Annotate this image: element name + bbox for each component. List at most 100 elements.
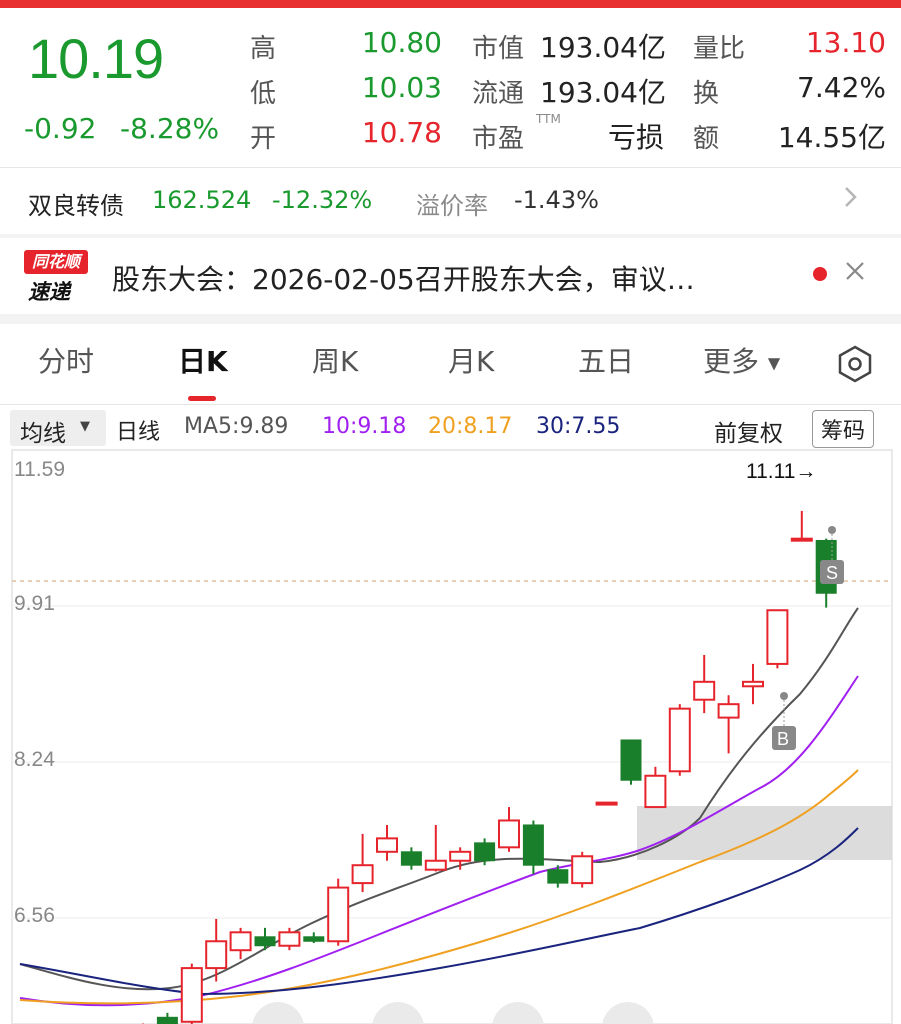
candle-down	[254, 936, 276, 947]
open-value: 10.78	[361, 116, 442, 149]
zoom-out-button[interactable]	[252, 1002, 304, 1024]
price-change-percent: -8.28%	[120, 112, 220, 145]
candle-up	[449, 850, 472, 862]
float-cap-value: 193.04亿	[540, 76, 666, 109]
ma5-line	[19, 607, 859, 991]
tab-weekly-k[interactable]: 周K	[312, 340, 358, 380]
candle-up	[766, 609, 789, 665]
sell-marker-dot	[828, 526, 836, 534]
candlestick-series	[142, 510, 837, 1024]
ma5-legend: MA5:9.89	[184, 414, 288, 439]
divider	[0, 404, 901, 405]
volume-ratio-label: 量比	[693, 34, 746, 64]
unread-dot	[813, 267, 827, 281]
candle-up	[229, 931, 252, 952]
zoom-in-button[interactable]	[602, 1002, 654, 1024]
tab-monthly-k[interactable]: 月K	[448, 340, 494, 380]
y-tick-label: 9.91	[14, 592, 55, 615]
ma10-legend: 10:9.18	[322, 414, 406, 439]
candle-down	[522, 824, 544, 866]
ma-selector[interactable]: 均线 ▼	[10, 410, 106, 447]
pe-label: 市盈	[472, 124, 525, 154]
bond-price: 162.524	[152, 186, 252, 214]
candle-up	[595, 801, 618, 806]
section-gap	[0, 314, 901, 324]
bond-premium-label: 溢价率	[416, 192, 488, 220]
amount-label: 额	[693, 124, 720, 154]
candle-up	[376, 837, 398, 853]
candle-up	[278, 931, 301, 947]
candle-down	[400, 851, 422, 866]
ma-legend: 日线	[116, 414, 160, 446]
settings-hexagon-icon[interactable]	[835, 344, 875, 388]
next-button[interactable]	[492, 1002, 544, 1024]
market-cap-value: 193.04亿	[540, 31, 666, 64]
bond-change-percent: -12.32%	[272, 186, 373, 214]
kline-chart[interactable]: 11.59 9.91 8.24 6.56 11.11→ S B	[0, 448, 901, 1024]
buy-marker-dot	[780, 692, 788, 700]
open-label: 开	[250, 124, 277, 154]
candle-down	[303, 936, 325, 942]
candle-up	[717, 703, 740, 719]
y-tick-label: 11.59	[14, 458, 65, 481]
candle-down	[620, 739, 642, 781]
ma10-value: 10:9.18	[322, 414, 407, 439]
candle-up	[327, 886, 350, 943]
candle-up	[790, 537, 813, 542]
y-tick-label: 6.56	[14, 904, 55, 927]
candle-up	[693, 680, 716, 701]
high-value: 10.80	[361, 26, 442, 59]
previous-button[interactable]	[372, 1002, 424, 1024]
chips-button[interactable]: 筹码	[812, 410, 875, 448]
ma20-legend: 20:8.17	[428, 414, 512, 439]
volume-ratio-value: 13.10	[805, 26, 886, 59]
market-cap-label: 市值	[472, 34, 525, 64]
news-banner[interactable]: 同花顺 速递 股东大会：2026-02-05召开股东大会，审议…	[0, 238, 901, 314]
candle-up	[351, 864, 374, 885]
candle-up	[571, 855, 594, 885]
active-tab-indicator	[188, 396, 216, 401]
amount-value: 14.55亿	[777, 121, 886, 154]
candle-up	[668, 707, 691, 773]
candle-down	[474, 842, 496, 862]
candle-up	[742, 680, 764, 688]
turnover-label: 换	[693, 79, 720, 109]
high-price-marker: 11.11→	[746, 460, 816, 483]
price-change: -0.92	[24, 112, 97, 145]
turnover-value: 7.42%	[797, 71, 886, 104]
y-tick-label: 8.24	[14, 748, 55, 771]
candle-up	[180, 967, 203, 1023]
candle-down	[547, 869, 569, 884]
close-icon[interactable]	[844, 260, 866, 286]
buy-marker-label: B	[777, 729, 789, 749]
tonghuashun-logo: 同花顺 速递	[24, 250, 88, 304]
current-price: 10.19	[28, 27, 164, 90]
ma5-value: MA5:9.89	[184, 414, 289, 439]
tab-more[interactable]: 更多 ▼	[703, 340, 780, 380]
adjust-mode[interactable]: 前复权	[714, 414, 783, 448]
candle-down	[156, 1016, 178, 1024]
low-label: 低	[250, 79, 277, 109]
high-label: 高	[250, 34, 277, 64]
sell-marker-label: S	[826, 563, 838, 583]
caret-down-icon: ▼	[80, 419, 90, 434]
pe-value: 亏损	[607, 121, 664, 154]
float-cap-label: 流通	[472, 79, 525, 109]
top-accent-bar	[0, 0, 901, 8]
tab-daily-k[interactable]: 日K	[178, 340, 228, 380]
bond-name: 双良转债	[28, 192, 124, 220]
news-text: 股东大会：2026-02-05召开股东大会，审议…	[112, 263, 695, 296]
caret-down-icon: ▼	[767, 353, 781, 373]
candle-up	[498, 819, 520, 849]
candle-up	[205, 940, 228, 970]
bond-premium-value: -1.43%	[514, 186, 599, 214]
candle-up	[644, 774, 667, 809]
chevron-right-icon	[842, 182, 860, 216]
period-label: 日线	[116, 420, 161, 445]
tab-five-day[interactable]: 五日	[578, 340, 634, 380]
tab-intraday[interactable]: 分时	[38, 340, 94, 380]
ma30-legend: 30:7.55	[536, 414, 620, 439]
convertible-bond-row[interactable]: 双良转债 162.524 -12.32% 溢价率 -1.43%	[0, 168, 901, 234]
low-value: 10.03	[361, 71, 442, 104]
tab-more-label: 更多	[703, 345, 760, 378]
